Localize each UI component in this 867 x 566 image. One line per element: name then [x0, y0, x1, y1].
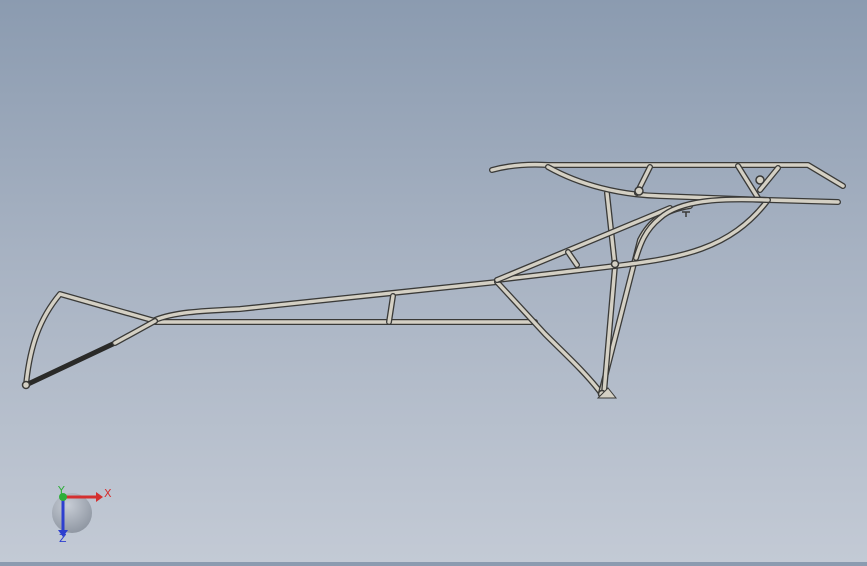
gusset-tube[interactable] [565, 249, 580, 268]
triad-sphere [52, 493, 92, 533]
y-axis-label: Y [57, 484, 65, 497]
tube-frame[interactable] [21, 161, 846, 399]
x-axis-label: X [104, 487, 112, 500]
z-axis-label: Z [59, 532, 67, 545]
joint-fitting[interactable] [634, 186, 644, 196]
threaded-rod[interactable] [23, 318, 158, 388]
joint-fitting[interactable] [610, 259, 620, 269]
mount-tab[interactable] [682, 211, 690, 217]
reference-triad: X Y Z [52, 484, 112, 545]
x-axis-arrowhead [96, 492, 103, 502]
rack-curve-rail[interactable] [545, 164, 841, 205]
rail-strut-tube[interactable] [386, 293, 396, 325]
down-tube[interactable] [494, 279, 604, 396]
model-view[interactable]: X Y Z [0, 0, 867, 562]
rack-top-rail[interactable] [489, 161, 846, 189]
joint-fitting[interactable] [21, 380, 31, 390]
nose-hoop-tube[interactable] [23, 291, 158, 388]
joint-fitting[interactable] [755, 175, 765, 185]
graphics-viewport[interactable]: X Y Z [0, 0, 867, 562]
upper-rail-tube[interactable] [152, 279, 500, 323]
lower-vertical-tube[interactable] [601, 263, 618, 396]
